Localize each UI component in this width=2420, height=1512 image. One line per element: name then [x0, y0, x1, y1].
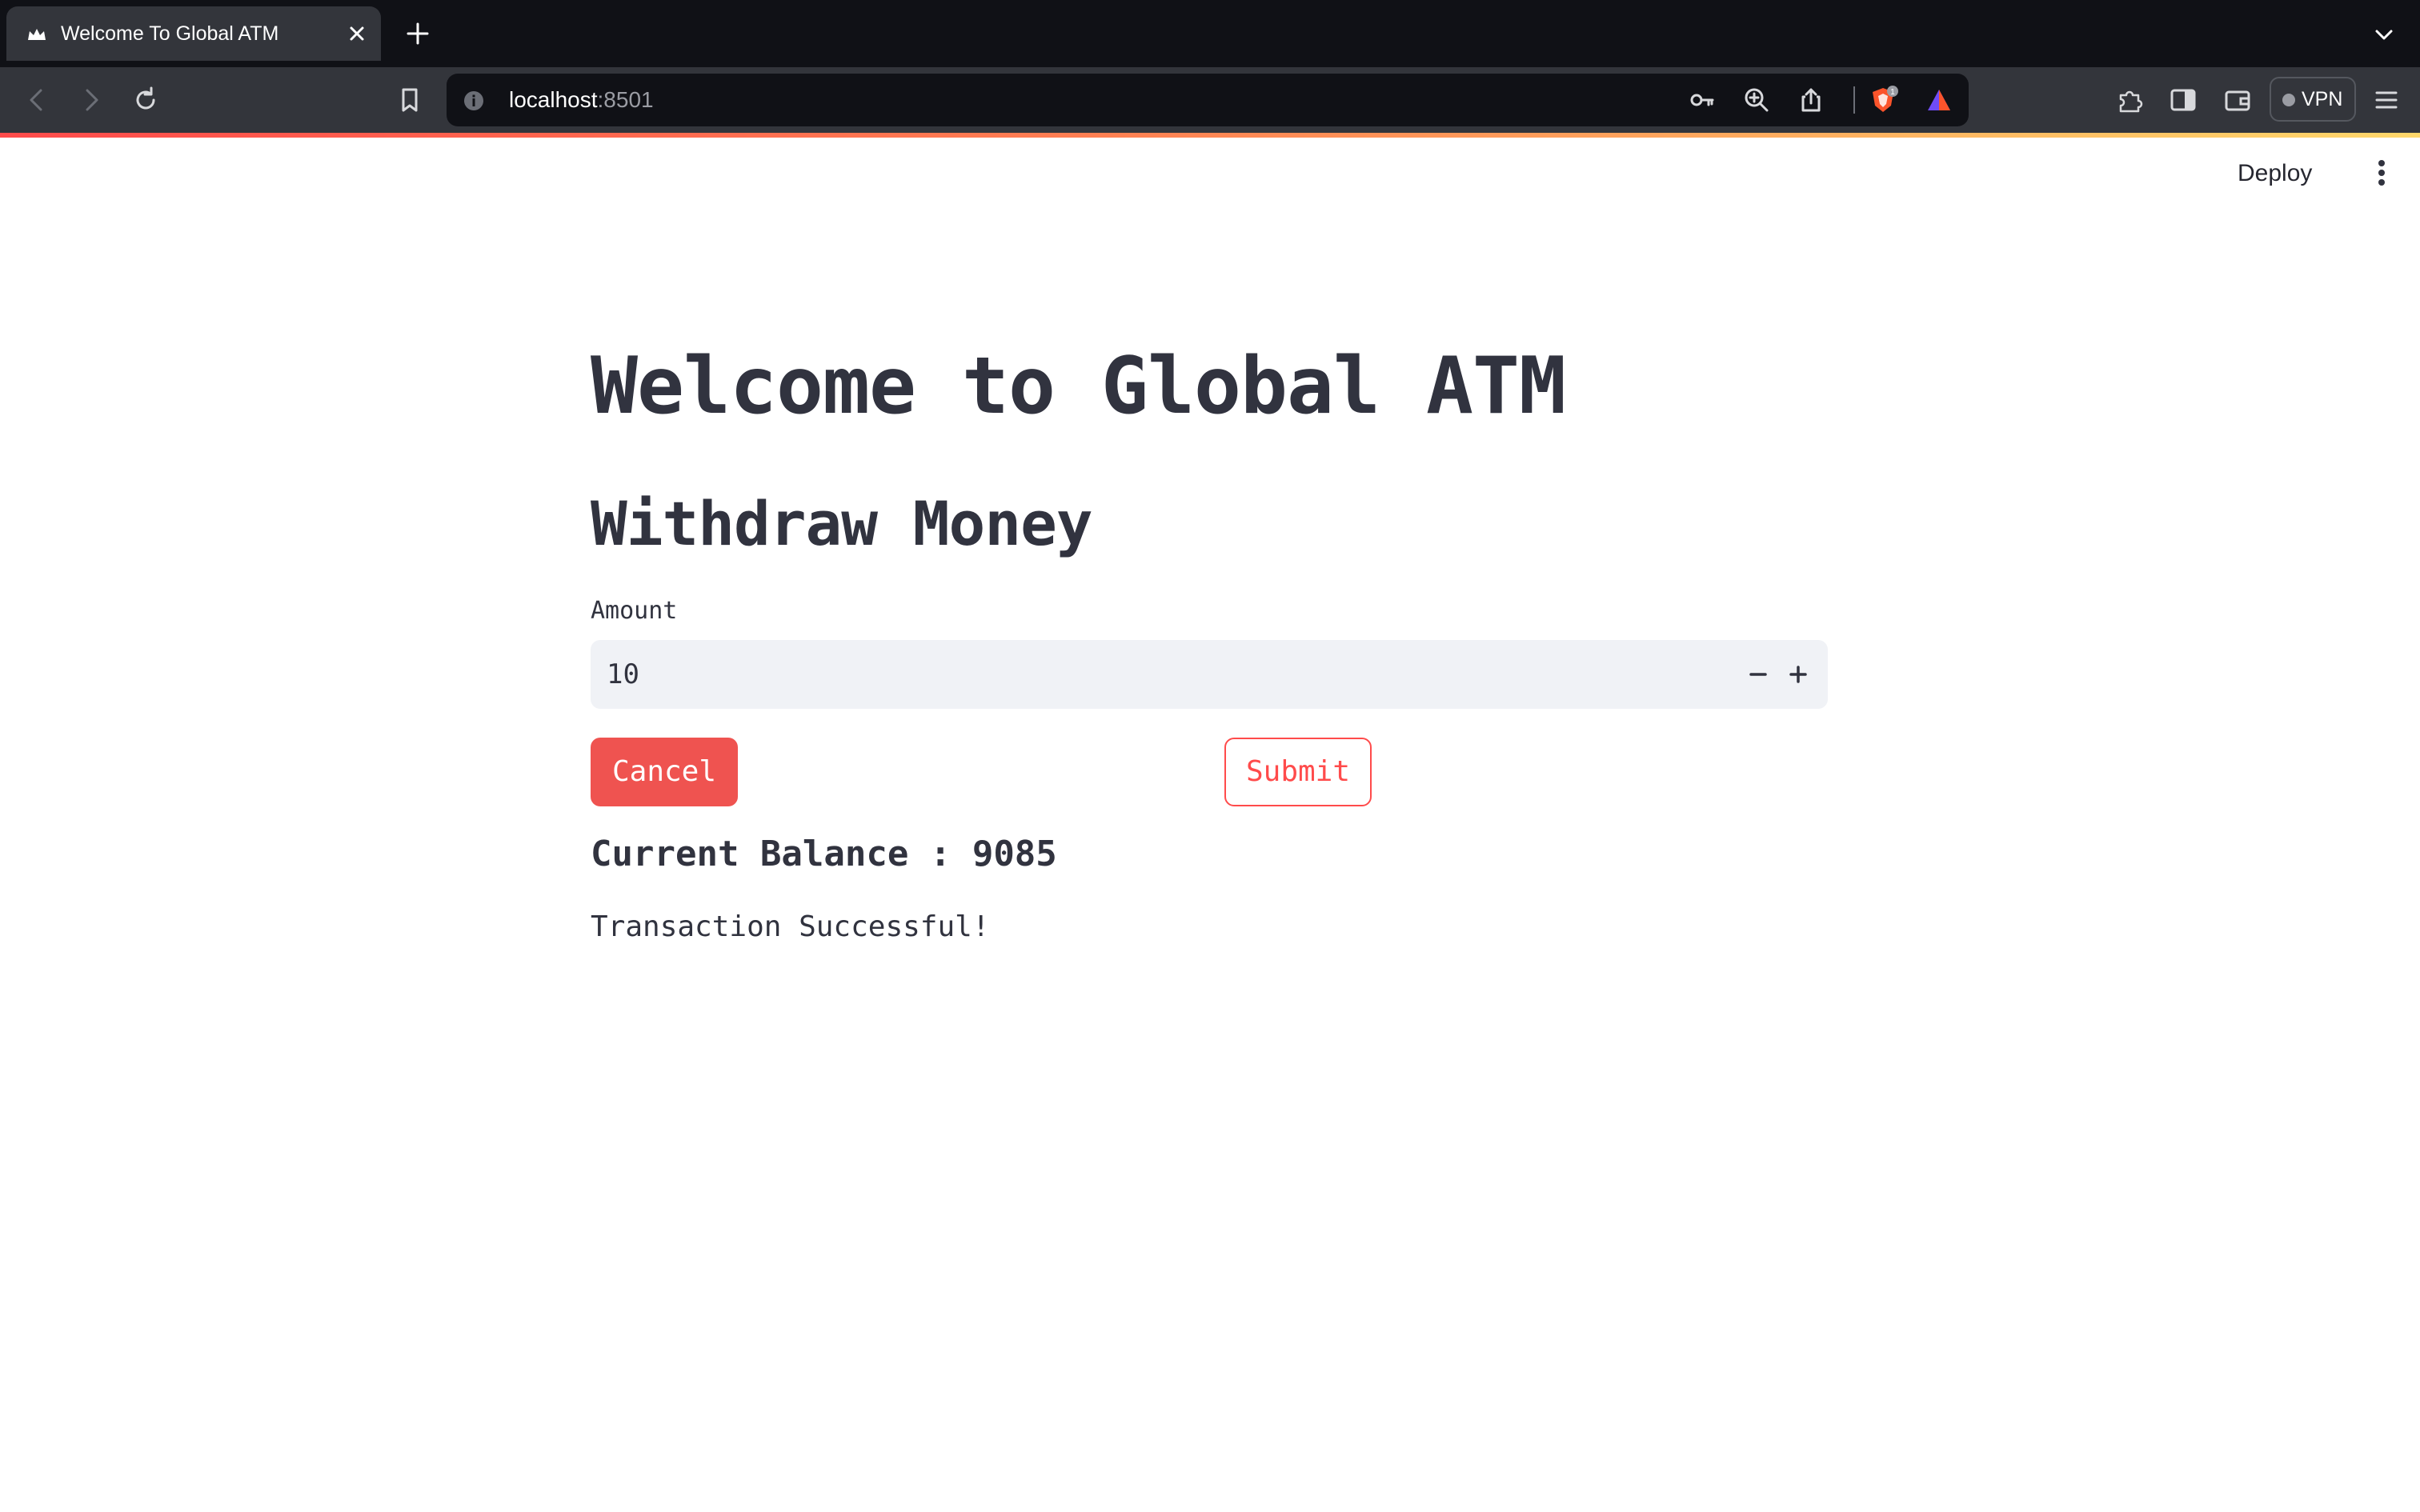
section-subheader: Withdraw Money — [591, 488, 1093, 559]
streamlit-crown-icon — [28, 29, 46, 40]
cancel-button[interactable]: Cancel — [591, 738, 738, 806]
amount-label: Amount — [591, 597, 678, 625]
browser-tab-strip: Welcome To Global ATM — [0, 0, 2420, 67]
url-host: localhost — [509, 87, 598, 112]
address-bar-divider — [1853, 86, 1855, 114]
arrow-left-icon[interactable] — [19, 82, 54, 118]
reload-icon[interactable] — [128, 82, 163, 118]
plus-icon[interactable] — [1777, 653, 1820, 696]
app-header: Deploy — [0, 138, 2420, 210]
new-tab-plus-icon[interactable] — [403, 19, 432, 48]
share-icon[interactable] — [1796, 85, 1826, 115]
vpn-label: VPN — [2302, 88, 2343, 110]
amount-number-input[interactable]: 10 — [591, 640, 1828, 709]
info-icon[interactable] — [463, 90, 485, 112]
wallet-icon[interactable] — [2220, 82, 2255, 118]
browser-toolbar: localhost:8501 1 VPN — [0, 67, 2420, 133]
browser-tab-active[interactable]: Welcome To Global ATM — [6, 6, 381, 61]
chevron-down-icon[interactable] — [2372, 22, 2396, 46]
page-title: Welcome to Global ATM — [591, 341, 1566, 432]
close-icon[interactable] — [344, 21, 370, 46]
brave-rewards-icon[interactable] — [1924, 85, 1954, 115]
url-port: :8501 — [597, 87, 654, 112]
kebab-menu-icon[interactable] — [2366, 154, 2398, 192]
transaction-status: Transaction Successful! — [591, 910, 990, 943]
vpn-status-icon — [2282, 94, 2295, 106]
hamburger-icon[interactable] — [2369, 82, 2404, 118]
tab-title: Welcome To Global ATM — [61, 22, 279, 45]
minus-icon[interactable] — [1737, 653, 1780, 696]
amount-input-value[interactable]: 10 — [607, 640, 639, 709]
submit-button[interactable]: Submit — [1224, 738, 1372, 806]
puzzle-icon[interactable] — [2113, 82, 2148, 118]
shields-badge-count: 1 — [1890, 88, 1895, 97]
sidebar-icon[interactable] — [2166, 82, 2201, 118]
vpn-button[interactable]: VPN — [2270, 77, 2356, 122]
zoom-in-icon[interactable] — [1741, 85, 1772, 115]
url-text: localhost:8501 — [509, 74, 654, 126]
current-balance: Current Balance : 9085 — [591, 834, 1057, 874]
key-icon[interactable] — [1687, 85, 1717, 115]
brave-shields-icon[interactable]: 1 — [1868, 85, 1898, 115]
deploy-button[interactable]: Deploy — [2228, 155, 2322, 192]
bookmark-icon[interactable] — [392, 82, 427, 118]
arrow-right-icon[interactable] — [74, 82, 109, 118]
address-bar[interactable]: localhost:8501 1 — [447, 74, 1969, 126]
